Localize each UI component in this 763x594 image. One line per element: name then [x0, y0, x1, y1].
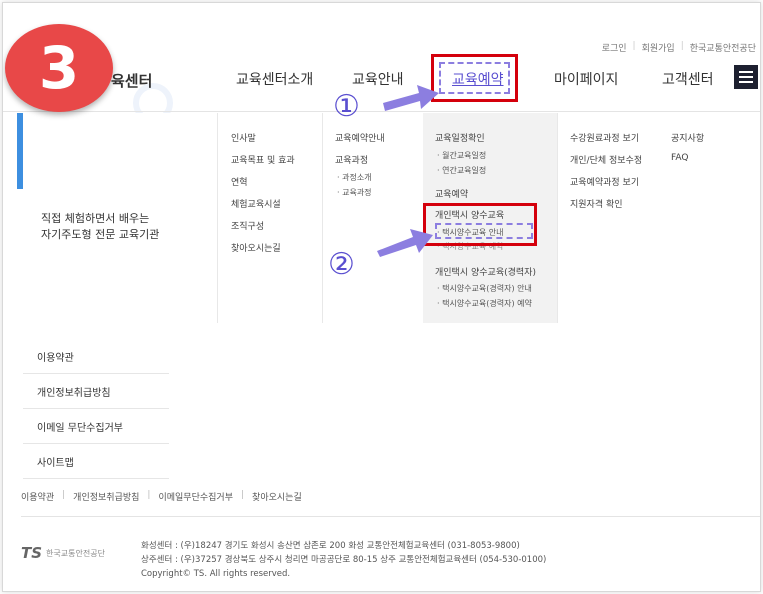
menu-yearly-schedule[interactable]: · 연간교육일정 [437, 165, 486, 176]
address-hwaseong: 화성센터 : (우)18247 경기도 화성시 송산면 삼존로 200 화성 교… [141, 541, 520, 551]
slogan: 직접 체험하면서 배우는 자기주도형 전문 교육기관 [41, 211, 159, 243]
footer-address: 화성센터 : (우)18247 경기도 화성시 송산면 삼존로 200 화성 교… [141, 539, 546, 581]
separator: | [147, 490, 151, 500]
menu-course[interactable]: 교육과정 [335, 153, 368, 166]
arrow-icon [377, 229, 433, 257]
footer-email-refusal-link[interactable]: 이메일무단수집거부 [158, 490, 233, 503]
separator: | [680, 41, 684, 51]
footer-links: 이용약관 | 개인정보취급방침 | 이메일무단수집거부 | 찾아오시는길 [21, 490, 302, 503]
footer-logo: TS 한국교통안전공단 [21, 544, 105, 562]
side-item-email-refusal[interactable]: 이메일 무단수집거부 [23, 409, 169, 444]
menu-reserved-courses[interactable]: 교육예약과정 보기 [570, 175, 639, 188]
menu-course-intro[interactable]: · 과정소개 [337, 172, 372, 183]
column-divider [217, 113, 218, 323]
menu-directions[interactable]: 찾아오시는길 [231, 241, 281, 254]
highlight-dash-2 [435, 223, 533, 239]
step-badge: 3 [5, 24, 113, 112]
footer-directions-link[interactable]: 찾아오시는길 [252, 490, 302, 503]
side-item-terms[interactable]: 이용약관 [23, 339, 169, 374]
nav-customer-center[interactable]: 고객센터 [662, 69, 714, 89]
side-item-label: 사이트맵 [37, 457, 74, 469]
mega-accent-bar [17, 113, 23, 189]
menu-taxi-career-edu[interactable]: 개인택시 양수교육(경력자) [435, 265, 536, 278]
address-sangju: 상주센터 : (우)37257 경상북도 상주시 청리면 마공공단로 80-15… [141, 555, 547, 565]
side-item-label: 이용약관 [37, 352, 74, 364]
menu-reservation-guide[interactable]: 교육예약안내 [335, 131, 385, 144]
nav-center-intro[interactable]: 교육센터소개 [236, 69, 313, 89]
arrow-icon [383, 85, 439, 111]
login-link[interactable]: 로그인 [602, 41, 627, 54]
menu-monthly-schedule[interactable]: · 월간교육일정 [437, 150, 486, 161]
marker-1: ① [333, 89, 360, 124]
side-item-sitemap[interactable]: 사이트맵 [23, 444, 169, 479]
menu-edu-goal[interactable]: 교육목표 및 효과 [231, 153, 295, 166]
nav-edu-reservation[interactable]: 교육예약 [452, 69, 504, 89]
separator: | [632, 41, 636, 51]
menu-greeting[interactable]: 인사말 [231, 131, 256, 144]
ts-logo-mark: TS [21, 544, 43, 562]
menu-eligibility[interactable]: 지원자격 확인 [570, 197, 623, 210]
menu-reservation[interactable]: 교육예약 [435, 187, 468, 200]
footer-divider [21, 516, 760, 517]
column-divider [557, 113, 558, 323]
side-item-label: 개인정보취급방침 [37, 387, 111, 399]
ts-logo-name: 한국교통안전공단 [46, 548, 105, 558]
menu-history[interactable]: 연혁 [231, 175, 248, 188]
separator: | [62, 490, 66, 500]
menu-completed-courses[interactable]: 수강원료과정 보기 [570, 131, 639, 144]
footer-privacy-link[interactable]: 개인정보취급방침 [73, 490, 139, 503]
menu-course-list[interactable]: · 교육과정 [337, 187, 372, 198]
footer-terms-link[interactable]: 이용약관 [21, 490, 54, 503]
kotsa-link[interactable]: 한국교통안전공단 [690, 41, 756, 54]
signup-link[interactable]: 회원가입 [642, 41, 675, 54]
copyright: Copyright© TS. All rights reserved. [141, 569, 291, 579]
nav-mypage[interactable]: 마이페이지 [554, 69, 618, 89]
marker-2: ② [328, 247, 355, 282]
menu-taxi-career-guide[interactable]: · 택시양수교육(경력자) 안내 [437, 283, 532, 294]
side-item-privacy[interactable]: 개인정보취급방침 [23, 374, 169, 409]
side-item-label: 이메일 무단수집거부 [37, 422, 123, 434]
menu-edit-info[interactable]: 개인/단체 정보수정 [570, 153, 642, 166]
slogan-line: 직접 체험하면서 배우는 [41, 212, 150, 225]
menu-schedule[interactable]: 교육일정확인 [435, 131, 485, 144]
separator: | [241, 490, 245, 500]
utility-links: 로그인 | 회원가입 | 한국교통안전공단 [602, 41, 756, 54]
side-list: 이용약관 개인정보취급방침 이메일 무단수집거부 사이트맵 [23, 339, 169, 479]
column-divider [322, 113, 323, 323]
menu-facilities[interactable]: 체험교육시설 [231, 197, 281, 210]
menu-notice[interactable]: 공지사항 [671, 131, 704, 144]
menu-organization[interactable]: 조직구성 [231, 219, 264, 232]
hamburger-menu-icon[interactable] [734, 65, 758, 89]
menu-faq[interactable]: FAQ [671, 153, 688, 163]
slogan-line: 자기주도형 전문 교육기관 [41, 228, 160, 241]
menu-taxi-career-reserve[interactable]: · 택시양수교육(경력자) 예약 [437, 298, 532, 309]
screenshot-frame: 로그인 | 회원가입 | 한국교통안전공단 육센터 교육센터소개 교육안내 마이… [2, 2, 761, 592]
